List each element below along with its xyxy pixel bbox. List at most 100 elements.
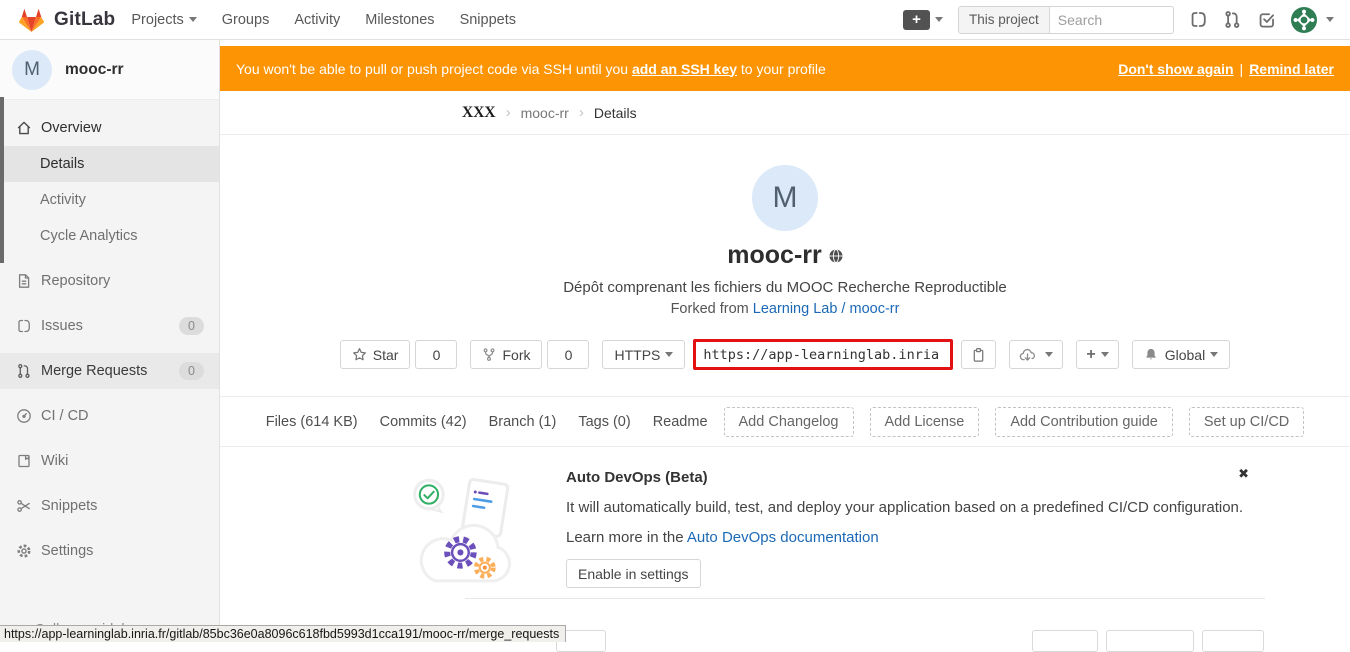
top-nav-links: Projects Groups Activity Milestones Snip… (131, 12, 516, 28)
star-count[interactable]: 0 (415, 340, 457, 369)
sidebar-project-header[interactable]: M mooc-rr (0, 40, 219, 100)
gitlab-wordmark: GitLab (54, 9, 115, 31)
readme-link[interactable]: Readme (653, 414, 708, 430)
project-title: mooc-rr (727, 241, 821, 270)
nav-projects[interactable]: Projects (131, 12, 196, 28)
clone-url-input[interactable] (693, 339, 953, 370)
new-menu-button[interactable]: + (903, 10, 943, 30)
breadcrumb: XXX › mooc-rr › Details (220, 91, 1350, 135)
chevron-down-icon (935, 17, 943, 22)
issues-icon (16, 318, 32, 334)
fork-button[interactable]: Fork (470, 340, 542, 369)
sidebar-item-overview[interactable]: Overview (0, 110, 219, 146)
sidebar-scrollbar[interactable] (0, 97, 4, 263)
add-dropdown[interactable]: + (1076, 340, 1118, 369)
commits-link[interactable]: Commits (42) (380, 414, 467, 430)
copy-url-button[interactable] (961, 340, 996, 369)
document-icon (16, 273, 32, 289)
user-menu[interactable] (1291, 7, 1334, 33)
add-changelog-button[interactable]: Add Changelog (724, 407, 854, 437)
sidebar-item-details[interactable]: Details (0, 146, 219, 182)
auto-devops-doc-link[interactable]: Auto DevOps documentation (687, 529, 879, 546)
cutoff-button[interactable] (1106, 630, 1194, 652)
user-avatar (1291, 7, 1317, 33)
book-icon (16, 453, 32, 469)
plus-icon: + (903, 10, 930, 30)
gitlab-logo[interactable]: GitLab (18, 7, 115, 33)
todos-icon[interactable] (1257, 10, 1276, 29)
sidebar-item-cicd[interactable]: CI / CD (0, 398, 219, 434)
chevron-down-icon (189, 17, 197, 22)
enable-in-settings-button[interactable]: Enable in settings (566, 559, 701, 588)
auto-devops-title: Auto DevOps (Beta) (566, 469, 1243, 486)
chevron-down-icon (1326, 17, 1334, 22)
sidebar-project-name: mooc-rr (65, 61, 124, 79)
plus-icon: + (1086, 346, 1095, 364)
add-ssh-key-link[interactable]: add an SSH key (632, 61, 737, 77)
bell-icon (1144, 347, 1158, 362)
cloud-download-icon (1019, 347, 1036, 363)
clipboard-icon (971, 347, 986, 363)
merge-requests-dashboard-icon[interactable] (1223, 10, 1242, 29)
merge-request-icon (16, 363, 32, 379)
cutoff-button[interactable] (1202, 630, 1264, 652)
add-license-button[interactable]: Add License (870, 407, 980, 437)
star-button[interactable]: Star (340, 340, 411, 369)
top-navbar: GitLab Projects Groups Activity Mileston… (0, 0, 1350, 40)
project-avatar: M (752, 165, 818, 231)
close-icon[interactable]: ✖ (1238, 467, 1249, 482)
download-dropdown[interactable] (1009, 340, 1063, 369)
search-input[interactable] (1050, 12, 1174, 28)
auto-devops-callout: ✖ (307, 447, 1263, 589)
breadcrumb-group[interactable]: XXX (462, 104, 496, 122)
cutoff-button[interactable] (1032, 630, 1098, 652)
notifications-dropdown[interactable]: Global (1132, 340, 1230, 369)
forked-from-link[interactable]: Learning Lab / mooc-rr (753, 301, 900, 317)
nav-activity[interactable]: Activity (294, 12, 340, 28)
breadcrumb-separator: › (506, 104, 511, 121)
chevron-down-icon (1101, 352, 1109, 357)
sidebar-item-cycle-analytics[interactable]: Cycle Analytics (0, 218, 219, 254)
nav-milestones[interactable]: Milestones (365, 12, 434, 28)
breadcrumb-project[interactable]: mooc-rr (521, 105, 569, 121)
remind-later-link[interactable]: Remind later (1249, 61, 1334, 77)
sidebar-item-merge-requests[interactable]: Merge Requests 0 (0, 353, 219, 389)
project-stats-bar: Files (614 KB) Commits (42) Branch (1) T… (220, 397, 1350, 447)
ssh-warning-banner: You won't be able to pull or push projec… (220, 46, 1350, 91)
chevron-down-icon (665, 352, 673, 357)
project-actions: Star 0 Fork 0 HTTPS (220, 339, 1350, 370)
files-link[interactable]: Files (614 KB) (266, 414, 358, 430)
visibility-globe-icon (829, 249, 843, 263)
project-sidebar: M mooc-rr Overview Details Activity Cycl… (0, 40, 220, 642)
dont-show-again-link[interactable]: Don't show again (1118, 61, 1233, 77)
fork-count[interactable]: 0 (547, 340, 589, 369)
main-content: You won't be able to pull or push projec… (220, 40, 1350, 642)
tags-link[interactable]: Tags (0) (578, 414, 630, 430)
project-avatar-small: M (12, 50, 52, 90)
sidebar-item-activity[interactable]: Activity (0, 182, 219, 218)
scissors-icon (16, 498, 32, 514)
auto-devops-description: It will automatically build, test, and d… (566, 499, 1243, 516)
banner-text: You won't be able to pull or push projec… (236, 61, 632, 77)
nav-snippets[interactable]: Snippets (460, 12, 516, 28)
gitlab-project-page: { "topbar": { "logo_text": "GitLab", "na… (0, 0, 1350, 642)
home-icon (16, 120, 32, 136)
chevron-down-icon (1045, 352, 1053, 357)
setup-cicd-button[interactable]: Set up CI/CD (1189, 407, 1304, 437)
sidebar-item-wiki[interactable]: Wiki (0, 443, 219, 479)
gitlab-tanuki-icon (18, 7, 45, 33)
auto-devops-illustration (403, 461, 528, 589)
gauge-icon (16, 408, 32, 424)
star-icon (352, 347, 367, 362)
gear-icon (16, 543, 32, 559)
branch-link[interactable]: Branch (1) (489, 414, 557, 430)
sidebar-item-settings[interactable]: Settings (0, 533, 219, 569)
sidebar-item-repository[interactable]: Repository (0, 263, 219, 299)
issues-dashboard-icon[interactable] (1189, 10, 1208, 29)
browser-status-bar: https://app-learninglab.inria.fr/gitlab/… (0, 625, 566, 642)
sidebar-item-issues[interactable]: Issues 0 (0, 308, 219, 344)
sidebar-item-snippets[interactable]: Snippets (0, 488, 219, 524)
protocol-dropdown[interactable]: HTTPS (602, 340, 685, 369)
add-contribution-guide-button[interactable]: Add Contribution guide (995, 407, 1173, 437)
nav-groups[interactable]: Groups (222, 12, 270, 28)
